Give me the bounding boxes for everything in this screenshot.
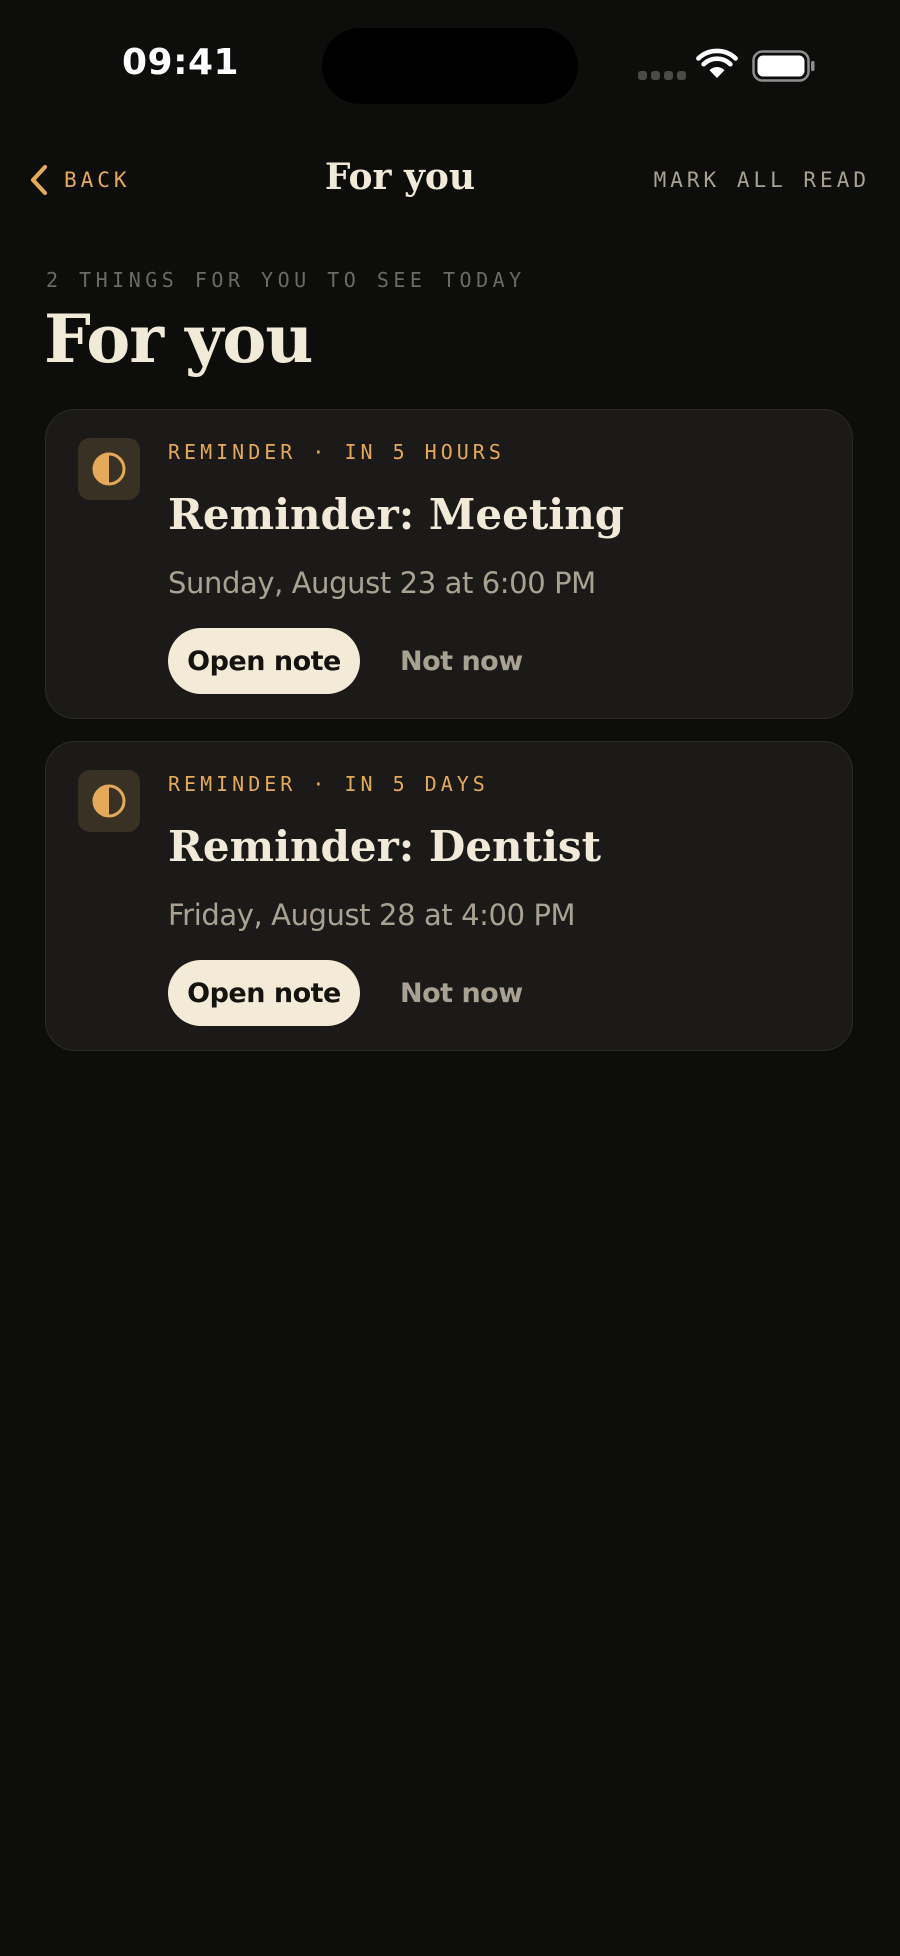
card-meta: REMINDER · IN 5 DAYS: [168, 772, 489, 796]
page-title: For you: [44, 300, 313, 378]
card-title: Reminder: Meeting: [168, 490, 625, 539]
card-title: Reminder: Dentist: [168, 822, 601, 871]
mark-all-read-button[interactable]: MARK ALL READ: [654, 168, 870, 192]
open-note-button[interactable]: Open note: [168, 960, 360, 1026]
not-now-button[interactable]: Not now: [384, 628, 539, 694]
card-icon-tile: [78, 438, 140, 500]
half-circle-icon: [92, 452, 126, 486]
status-time: 09:41: [122, 42, 240, 83]
reminder-card: REMINDER · IN 5 HOURS Reminder: Meeting …: [45, 409, 853, 719]
not-now-button[interactable]: Not now: [384, 960, 539, 1026]
card-meta: REMINDER · IN 5 HOURS: [168, 440, 505, 464]
page-subtitle: 2 THINGS FOR YOU TO SEE TODAY: [46, 268, 526, 292]
card-icon-tile: [78, 770, 140, 832]
cellular-signal-icon: [638, 71, 686, 80]
half-circle-icon: [92, 784, 126, 818]
card-date: Sunday, August 23 at 6:00 PM: [168, 566, 596, 600]
card-date: Friday, August 28 at 4:00 PM: [168, 898, 576, 932]
open-note-button[interactable]: Open note: [168, 628, 360, 694]
wifi-icon: [696, 48, 738, 78]
battery-icon: [752, 50, 815, 82]
dynamic-island: [322, 28, 578, 104]
reminder-card: REMINDER · IN 5 DAYS Reminder: Dentist F…: [45, 741, 853, 1051]
status-bar: 09:41: [0, 0, 900, 120]
